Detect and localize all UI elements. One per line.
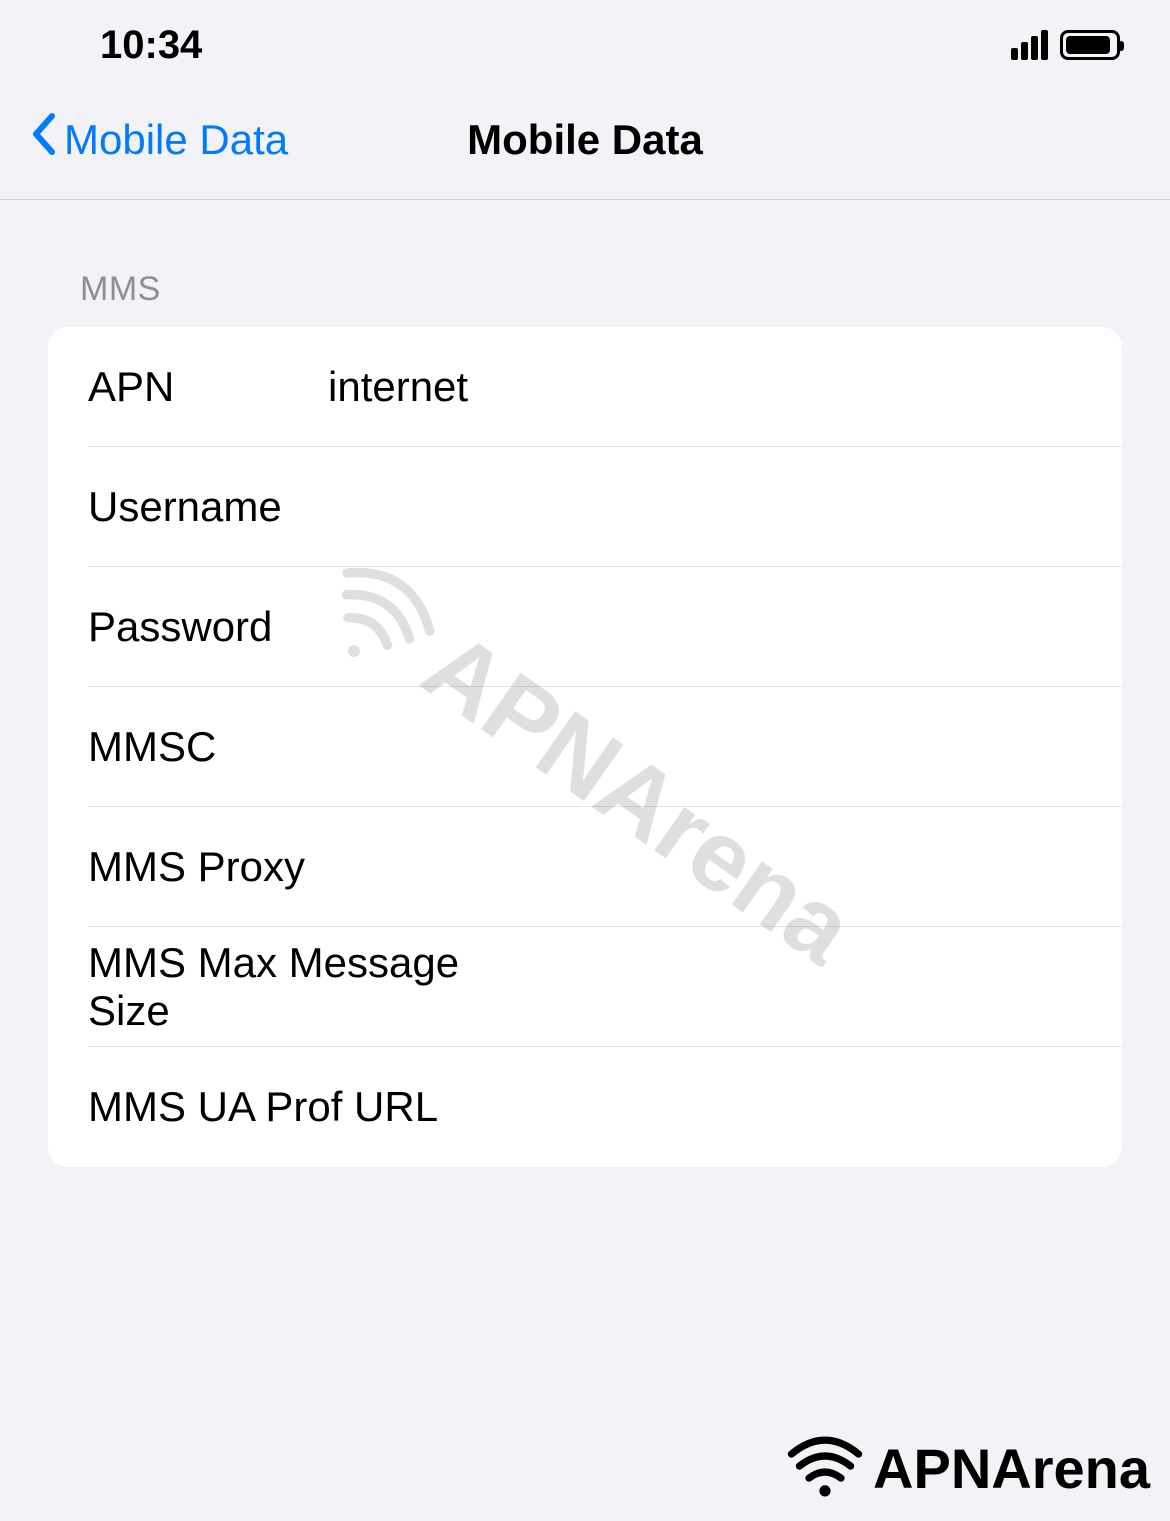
status-bar: 10:34 [0,0,1170,80]
navigation-bar: Mobile Data Mobile Data [0,80,1170,200]
signal-icon [1011,30,1048,60]
input-mms-ua-prof[interactable] [438,1083,1122,1131]
row-mmsc[interactable]: MMSC [48,687,1122,807]
battery-icon [1060,30,1120,60]
label-apn: APN [88,363,328,411]
row-mms-proxy[interactable]: MMS Proxy [48,807,1122,927]
input-apn[interactable] [328,363,1122,411]
settings-group-mms: APN Username Password MMSC MMS Proxy MMS… [48,327,1122,1167]
input-mms-proxy[interactable] [328,843,1122,891]
row-username[interactable]: Username [48,447,1122,567]
label-mmsc: MMSC [88,723,328,771]
input-mmsc[interactable] [328,723,1122,771]
back-label: Mobile Data [64,116,288,164]
label-username: Username [88,483,328,531]
section-header-mms: MMS [48,270,1122,309]
label-mms-ua-prof: MMS UA Prof URL [88,1083,438,1131]
input-mms-max-size[interactable] [541,963,1122,1011]
input-password[interactable] [328,603,1122,651]
row-password[interactable]: Password [48,567,1122,687]
status-time: 10:34 [100,23,202,68]
row-apn[interactable]: APN [48,327,1122,447]
input-username[interactable] [328,483,1122,531]
wifi-icon [785,1436,865,1501]
brand-text: APNArena [873,1436,1150,1501]
status-indicators [1011,30,1120,60]
back-button[interactable]: Mobile Data [30,112,288,168]
label-password: Password [88,603,328,651]
content-area: MMS APN Username Password MMSC MMS Proxy [0,200,1170,1167]
label-mms-proxy: MMS Proxy [88,843,328,891]
label-mms-max-size: MMS Max Message Size [88,939,541,1035]
row-mms-ua-prof[interactable]: MMS UA Prof URL [48,1047,1122,1167]
page-title: Mobile Data [467,116,703,164]
brand-logo: APNArena [785,1436,1150,1501]
row-mms-max-size[interactable]: MMS Max Message Size [48,927,1122,1047]
chevron-left-icon [30,112,56,168]
